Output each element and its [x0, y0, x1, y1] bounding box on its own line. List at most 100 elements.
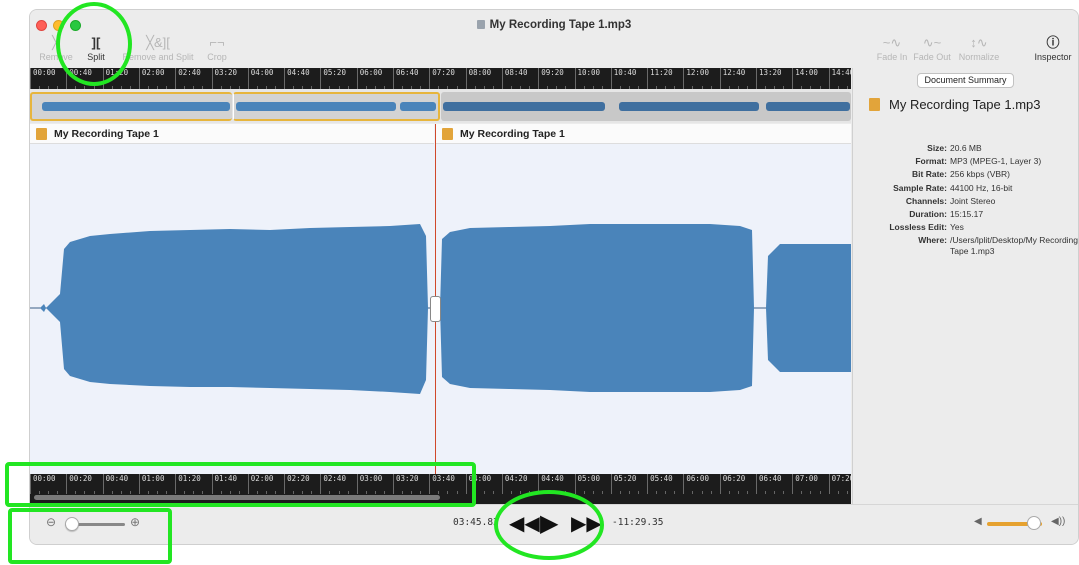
volume-low-icon: ◀ — [974, 516, 982, 527]
time-minor-tick — [728, 491, 730, 494]
split-handle[interactable] — [430, 296, 441, 322]
time-minor-tick — [619, 491, 621, 494]
time-tick-label: 12:00 — [683, 68, 709, 89]
time-minor-tick — [774, 491, 776, 494]
split-button[interactable]: ][ Split — [80, 34, 112, 62]
inspector-panel: Document Summary My Recording Tape 1.mp3… — [852, 68, 1078, 504]
time-minor-tick — [229, 491, 231, 494]
fade-out-label: Fade Out — [913, 52, 951, 62]
zoom-in-icon[interactable]: ⊕ — [130, 515, 140, 529]
inspector-button[interactable]: ⓘ Inspector — [1030, 34, 1076, 62]
info-value: MP3 (MPEG-1, Layer 3) — [950, 156, 1042, 167]
time-minor-tick — [746, 491, 748, 494]
waveform-editor[interactable]: My Recording Tape 1 My Recording Tape 1 — [30, 124, 851, 474]
time-tick-label: 06:00 — [356, 68, 382, 89]
horizontal-scrollbar[interactable] — [34, 495, 440, 500]
time-minor-tick — [710, 491, 712, 494]
time-tick-label: 01:40 — [211, 474, 237, 494]
time-minor-tick — [801, 491, 803, 494]
zoom-slider-knob[interactable] — [65, 517, 80, 531]
rewind-button[interactable]: ◀◀ — [509, 512, 540, 536]
time-tick-label: 06:40 — [756, 474, 782, 494]
info-key: Lossless Edit: — [889, 222, 947, 233]
time-tick-label: 00:40 — [66, 68, 92, 89]
mp3-file-icon — [442, 128, 453, 140]
fast-forward-button[interactable]: ▶▶ — [571, 512, 602, 536]
time-tick-label: 01:20 — [175, 474, 201, 494]
fade-in-label: Fade In — [876, 52, 908, 62]
overview-waveform-2 — [236, 102, 436, 111]
time-minor-tick — [529, 491, 531, 494]
time-minor-tick — [601, 491, 603, 494]
time-minor-tick — [411, 491, 413, 494]
time-tick-label: 04:20 — [501, 474, 527, 494]
time-tick-label: 08:40 — [501, 68, 527, 89]
remove-and-split-label: Remove and Split — [122, 52, 194, 62]
clip-header-1[interactable]: My Recording Tape 1 — [30, 124, 434, 144]
volume-slider-knob[interactable] — [1026, 516, 1041, 530]
time-tick-label: 04:40 — [284, 68, 310, 89]
time-tick-label: 02:00 — [247, 474, 273, 494]
remove-and-split-button[interactable]: ╳&][ Remove and Split — [118, 34, 198, 62]
overview-waveform-1 — [42, 102, 230, 111]
time-tick-label: 06:40 — [393, 68, 419, 89]
time-minor-tick — [347, 491, 349, 494]
info-key: Bit Rate: — [912, 169, 947, 180]
time-tick-label: 05:20 — [610, 474, 636, 494]
waveform-segment-3 — [766, 244, 851, 372]
fade-out-icon: ∿~ — [922, 35, 942, 50]
info-icon: ⓘ — [1046, 35, 1060, 50]
time-minor-tick — [565, 491, 567, 494]
overview-clip-3[interactable] — [441, 92, 851, 121]
crop-button[interactable]: ⌐¬ Crop — [200, 34, 234, 62]
time-tick-label: 09:20 — [538, 68, 564, 89]
time-minor-tick — [556, 491, 558, 494]
document-summary-tab[interactable]: Document Summary — [917, 73, 1014, 88]
play-button[interactable]: ▶ — [540, 512, 558, 536]
time-minor-tick — [256, 491, 258, 494]
info-value: 44100 Hz, 16-bit — [950, 182, 1013, 193]
overview-strip[interactable] — [30, 89, 851, 123]
time-minor-tick — [402, 491, 404, 494]
elapsed-time: 03:45.83 — [453, 517, 499, 528]
normalize-label: Normalize — [958, 52, 1000, 62]
time-minor-tick — [265, 491, 267, 494]
time-tick-label: 12:40 — [719, 68, 745, 89]
info-key: Size: — [927, 143, 947, 153]
waveform-segment-1 — [40, 224, 428, 394]
info-value: 15:15.17 — [950, 209, 984, 219]
time-tick-label: 02:00 — [138, 68, 164, 89]
time-minor-tick — [819, 491, 821, 494]
fade-in-button[interactable]: ~∿ Fade In — [875, 34, 909, 62]
clip-header-2[interactable]: My Recording Tape 1 — [436, 124, 851, 144]
time-minor-tick — [592, 491, 594, 494]
time-minor-tick — [510, 491, 512, 494]
detail-time-ruler: 00:00 00:20 00:40 01:00 01:20 01:40 02:00 02:20… — [30, 474, 851, 494]
overview-clip-2[interactable] — [233, 92, 440, 121]
time-tick-label: 02:20 — [284, 474, 310, 494]
time-minor-tick — [202, 491, 204, 494]
remove-button[interactable]: ╳ Remove — [36, 34, 76, 62]
fade-out-button[interactable]: ∿~ Fade Out — [912, 34, 952, 62]
time-minor-tick — [737, 491, 739, 494]
time-minor-tick — [474, 491, 476, 494]
window-title-text: My Recording Tape 1.mp3 — [489, 19, 632, 31]
time-minor-tick — [692, 491, 694, 494]
time-tick-label: 02:40 — [320, 474, 346, 494]
clip-title-1: My Recording Tape 1 — [54, 128, 159, 140]
time-tick-label: 00:40 — [102, 474, 128, 494]
time-minor-tick — [329, 491, 331, 494]
zoom-out-icon[interactable]: ⊖ — [46, 515, 56, 529]
clip-title-2: My Recording Tape 1 — [460, 128, 565, 140]
remove-and-split-icon: ╳&][ — [146, 35, 170, 50]
time-minor-tick — [783, 491, 785, 494]
overview-clip-1[interactable] — [30, 92, 232, 121]
inspector-label: Inspector — [1034, 52, 1072, 62]
time-minor-tick — [810, 491, 812, 494]
time-minor-tick — [447, 491, 449, 494]
time-minor-tick — [84, 491, 86, 494]
time-minor-tick — [438, 491, 440, 494]
time-minor-tick — [765, 491, 767, 494]
time-tick-label: 04:40 — [538, 474, 564, 494]
normalize-button[interactable]: ↕∿ Normalize — [955, 34, 1003, 62]
